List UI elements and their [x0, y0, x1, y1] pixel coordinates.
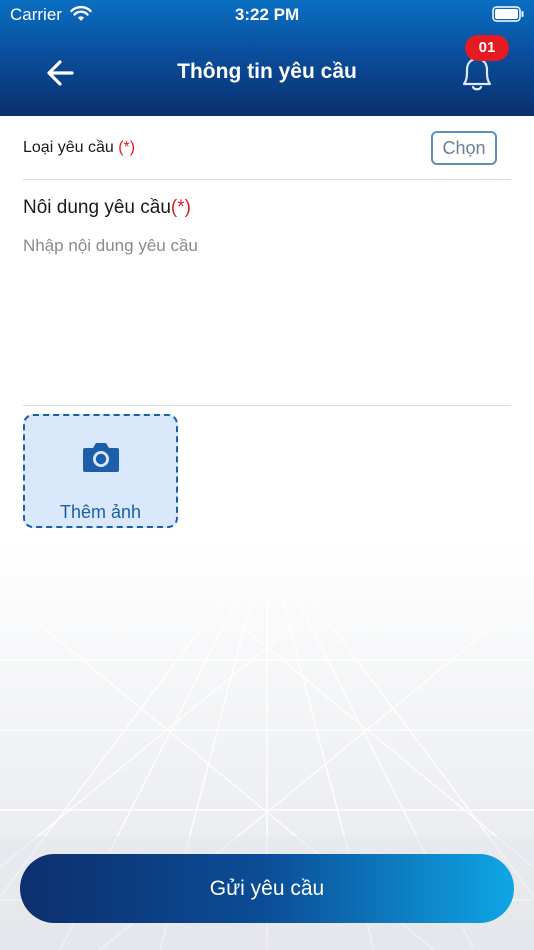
request-type-label: Loại yêu cầu (*) [23, 139, 135, 157]
header: Carrier 3:22 PM Thông tin yêu cầu 01 [0, 0, 534, 116]
notification-badge: 01 [465, 35, 509, 61]
request-type-row: Loại yêu cầu (*) Chọn [23, 117, 511, 180]
content-divider [23, 405, 511, 406]
request-type-required-mark: (*) [118, 139, 136, 156]
add-photo-label: Thêm ảnh [59, 502, 142, 522]
status-bar: Carrier 3:22 PM [0, 0, 534, 30]
submit-request-button[interactable]: Gửi yêu cầu [20, 854, 514, 923]
choose-request-type-button[interactable]: Chọn [431, 131, 497, 165]
add-photo-button[interactable]: Thêm ảnh [23, 414, 178, 528]
content-label-text: Nôi dung yêu cầu [23, 197, 171, 218]
content-label: Nôi dung yêu cầu(*) [23, 197, 191, 219]
status-time: 3:22 PM [234, 5, 300, 24]
content-input[interactable] [23, 236, 511, 404]
camera-icon [83, 443, 119, 472]
request-type-text: Loại yêu cầu [23, 139, 119, 156]
battery-icon [492, 6, 524, 22]
content-required-mark: (*) [170, 197, 191, 218]
